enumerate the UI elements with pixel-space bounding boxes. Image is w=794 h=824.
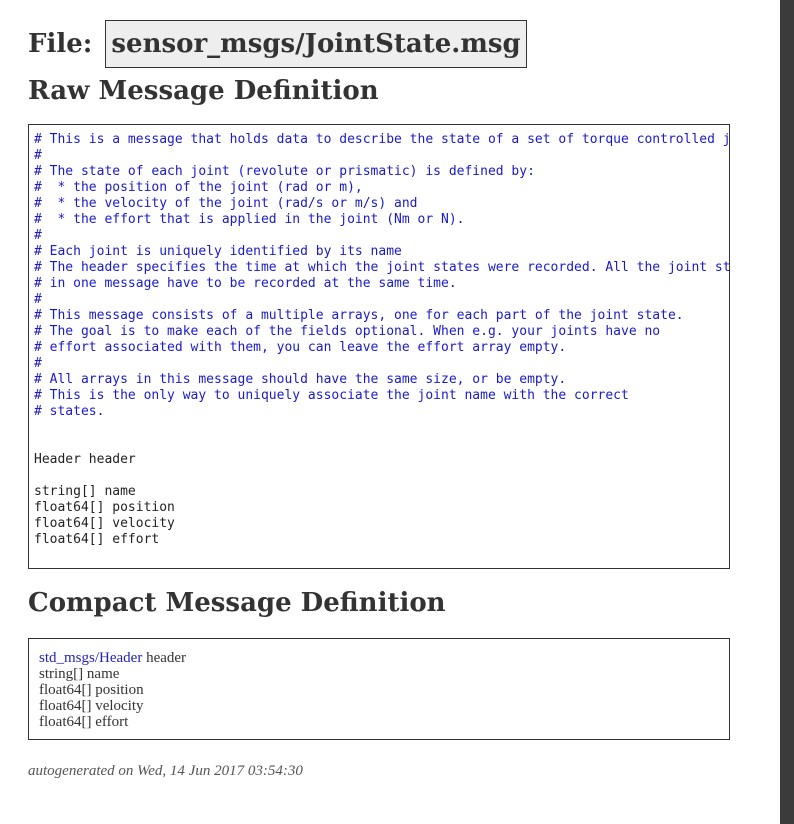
raw-definition-code: # This is a message that holds data to d…	[34, 132, 730, 548]
comment-line: # The state of each joint (revolute or p…	[34, 164, 535, 179]
field-line: float64[] velocity	[34, 516, 175, 531]
comment-line: # states.	[34, 404, 105, 419]
compact-definition-title: Compact Message Definition	[28, 588, 446, 618]
comment-line: #	[34, 228, 42, 243]
comment-line: # All arrays in this message should have…	[34, 372, 567, 387]
field-line: Header header	[34, 452, 136, 467]
header-field-name: header	[142, 650, 187, 666]
comment-line: # This is a message that holds data to d…	[34, 132, 730, 147]
compact-field-line: float64[] velocity	[39, 698, 144, 714]
file-label: File:	[28, 29, 93, 59]
compact-definition-box: std_msgs/Header header string[] name floa…	[28, 638, 730, 740]
comment-line: #	[34, 356, 42, 371]
scrollbar[interactable]	[780, 0, 794, 824]
compact-field-line: string[] name	[39, 666, 120, 682]
comment-line: # * the position of the joint (rad or m)…	[34, 180, 363, 195]
compact-field-line: float64[] effort	[39, 714, 129, 730]
comment-line: # * the effort that is applied in the jo…	[34, 212, 465, 227]
header-type-link[interactable]: std_msgs/Header	[39, 650, 142, 666]
comment-line: # This is the only way to uniquely assoc…	[34, 388, 629, 403]
comment-line: # * the velocity of the joint (rad/s or …	[34, 196, 418, 211]
compact-definition-list: std_msgs/Header header string[] name floa…	[39, 650, 186, 730]
comment-line: # This message consists of a multiple ar…	[34, 308, 684, 323]
autogenerated-footer: autogenerated on Wed, 14 Jun 2017 03:54:…	[28, 763, 303, 779]
field-line: float64[] effort	[34, 532, 160, 547]
comment-line: # in one message have to be recorded at …	[34, 276, 457, 291]
raw-definition-box: # This is a message that holds data to d…	[28, 124, 730, 569]
compact-field-line: float64[] position	[39, 682, 144, 698]
comment-line: #	[34, 292, 42, 307]
comment-line: #	[34, 148, 42, 163]
compact-header-line: std_msgs/Header header	[39, 650, 186, 666]
comment-line: # The header specifies the time at which…	[34, 260, 730, 275]
comment-line: # Each joint is uniquely identified by i…	[34, 244, 402, 259]
file-heading: File: sensor_msgs/JointState.msg	[28, 20, 527, 68]
comment-line: # effort associated with them, you can l…	[34, 340, 567, 355]
field-line: string[] name	[34, 484, 136, 499]
file-name: sensor_msgs/JointState.msg	[105, 20, 527, 68]
field-line: float64[] position	[34, 500, 175, 515]
comment-line: # The goal is to make each of the fields…	[34, 324, 661, 339]
raw-definition-title: Raw Message Definition	[28, 76, 379, 106]
